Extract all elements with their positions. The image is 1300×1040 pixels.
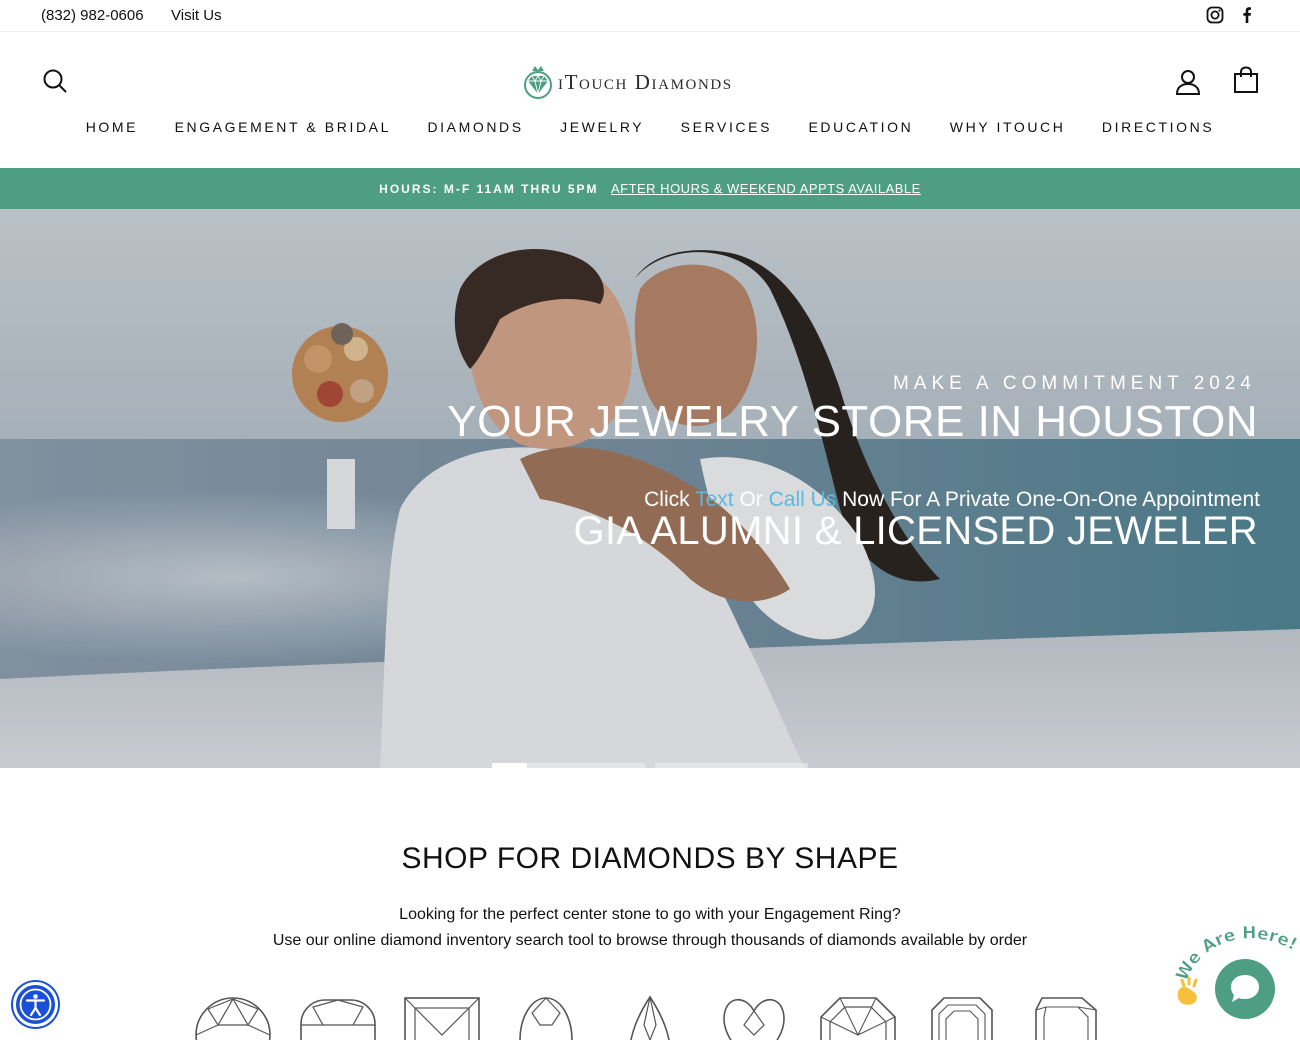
after-hours-link[interactable]: AFTER HOURS & WEEKEND APPTS AVAILABLE xyxy=(611,181,921,196)
nav-home[interactable]: HOME xyxy=(86,119,138,135)
hero-title: YOUR JEWELRY STORE IN HOUSTON xyxy=(447,397,1258,446)
oval-diamond-icon[interactable] xyxy=(506,995,586,1040)
subline-prefix: Click xyxy=(644,488,696,511)
pear-diamond-icon[interactable] xyxy=(610,995,690,1040)
radiant-diamond-icon[interactable] xyxy=(1026,995,1106,1040)
call-us-link[interactable]: Call Us xyxy=(769,488,837,511)
nav-engagement-bridal[interactable]: ENGAGEMENT & BRIDAL xyxy=(175,119,391,135)
emerald-diamond-icon[interactable] xyxy=(922,995,1002,1040)
slide-indicator-2[interactable] xyxy=(527,763,645,768)
asscher-diamond-icon[interactable] xyxy=(818,995,898,1040)
cushion-diamond-icon[interactable] xyxy=(298,995,378,1040)
hero-eyebrow: MAKE A COMMITMENT 2024 xyxy=(892,373,1256,394)
account-icon[interactable] xyxy=(1174,68,1202,96)
shop-desc-line-1: Looking for the perfect center stone to … xyxy=(399,906,901,923)
nav-services[interactable]: SERVICES xyxy=(681,119,772,135)
nav-diamonds[interactable]: DIAMONDS xyxy=(427,119,523,135)
nav-why-itouch[interactable]: WHY ITOUCH xyxy=(950,119,1066,135)
shop-desc-line-2: Use our online diamond inventory search … xyxy=(272,932,1028,949)
phone-link[interactable]: (832) 982-0606 xyxy=(41,7,144,24)
hero-slideshow[interactable]: MAKE A COMMITMENT 2024 YOUR JEWELRY STOR… xyxy=(0,209,1300,768)
nav-education[interactable]: EDUCATION xyxy=(808,119,913,135)
diamond-logo-icon xyxy=(524,66,552,99)
cart-icon[interactable] xyxy=(1232,66,1260,94)
hours-banner: HOURS: M-F 11AM THRU 5PM AFTER HOURS & W… xyxy=(0,168,1300,209)
slide-indicator-1[interactable] xyxy=(492,763,527,768)
shop-section-description: Looking for the perfect center stone to … xyxy=(0,902,1300,954)
visit-us-link[interactable]: Visit Us xyxy=(171,7,222,24)
main-nav: HOME ENGAGEMENT & BRIDAL DIAMONDS JEWELR… xyxy=(0,119,1300,137)
round-diamond-icon[interactable] xyxy=(193,995,273,1040)
search-icon[interactable] xyxy=(41,67,69,95)
logo-text: iTouch Diamonds xyxy=(558,69,733,94)
diamond-shapes-row xyxy=(0,995,1300,1040)
nav-directions[interactable]: DIRECTIONS xyxy=(1102,119,1214,135)
facebook-icon[interactable] xyxy=(1238,6,1256,24)
instagram-icon[interactable] xyxy=(1206,6,1224,24)
accessibility-icon[interactable] xyxy=(13,982,58,1027)
site-header: iTouch Diamonds HOME ENGAGEMENT & BRIDAL… xyxy=(0,33,1300,167)
nav-jewelry[interactable]: JEWELRY xyxy=(560,119,644,135)
subline-suffix: Now For A Private One-On-One Appointment xyxy=(836,488,1260,511)
hours-text: HOURS: M-F 11AM THRU 5PM xyxy=(379,182,599,196)
hero-title-2: GIA ALUMNI & LICENSED JEWELER xyxy=(573,509,1258,553)
slide-indicators xyxy=(492,763,808,768)
chat-bubble-icon[interactable] xyxy=(1215,959,1275,1019)
subline-mid: Or xyxy=(733,488,769,511)
text-link[interactable]: Text xyxy=(695,488,734,511)
slide-indicator-3[interactable] xyxy=(655,763,808,768)
princess-diamond-icon[interactable] xyxy=(402,995,482,1040)
heart-diamond-icon[interactable] xyxy=(714,995,794,1040)
shop-section-title: SHOP FOR DIAMONDS BY SHAPE xyxy=(401,842,899,875)
utility-bar: (832) 982-0606 Visit Us xyxy=(0,0,1300,32)
site-logo[interactable]: iTouch Diamonds xyxy=(522,63,733,101)
